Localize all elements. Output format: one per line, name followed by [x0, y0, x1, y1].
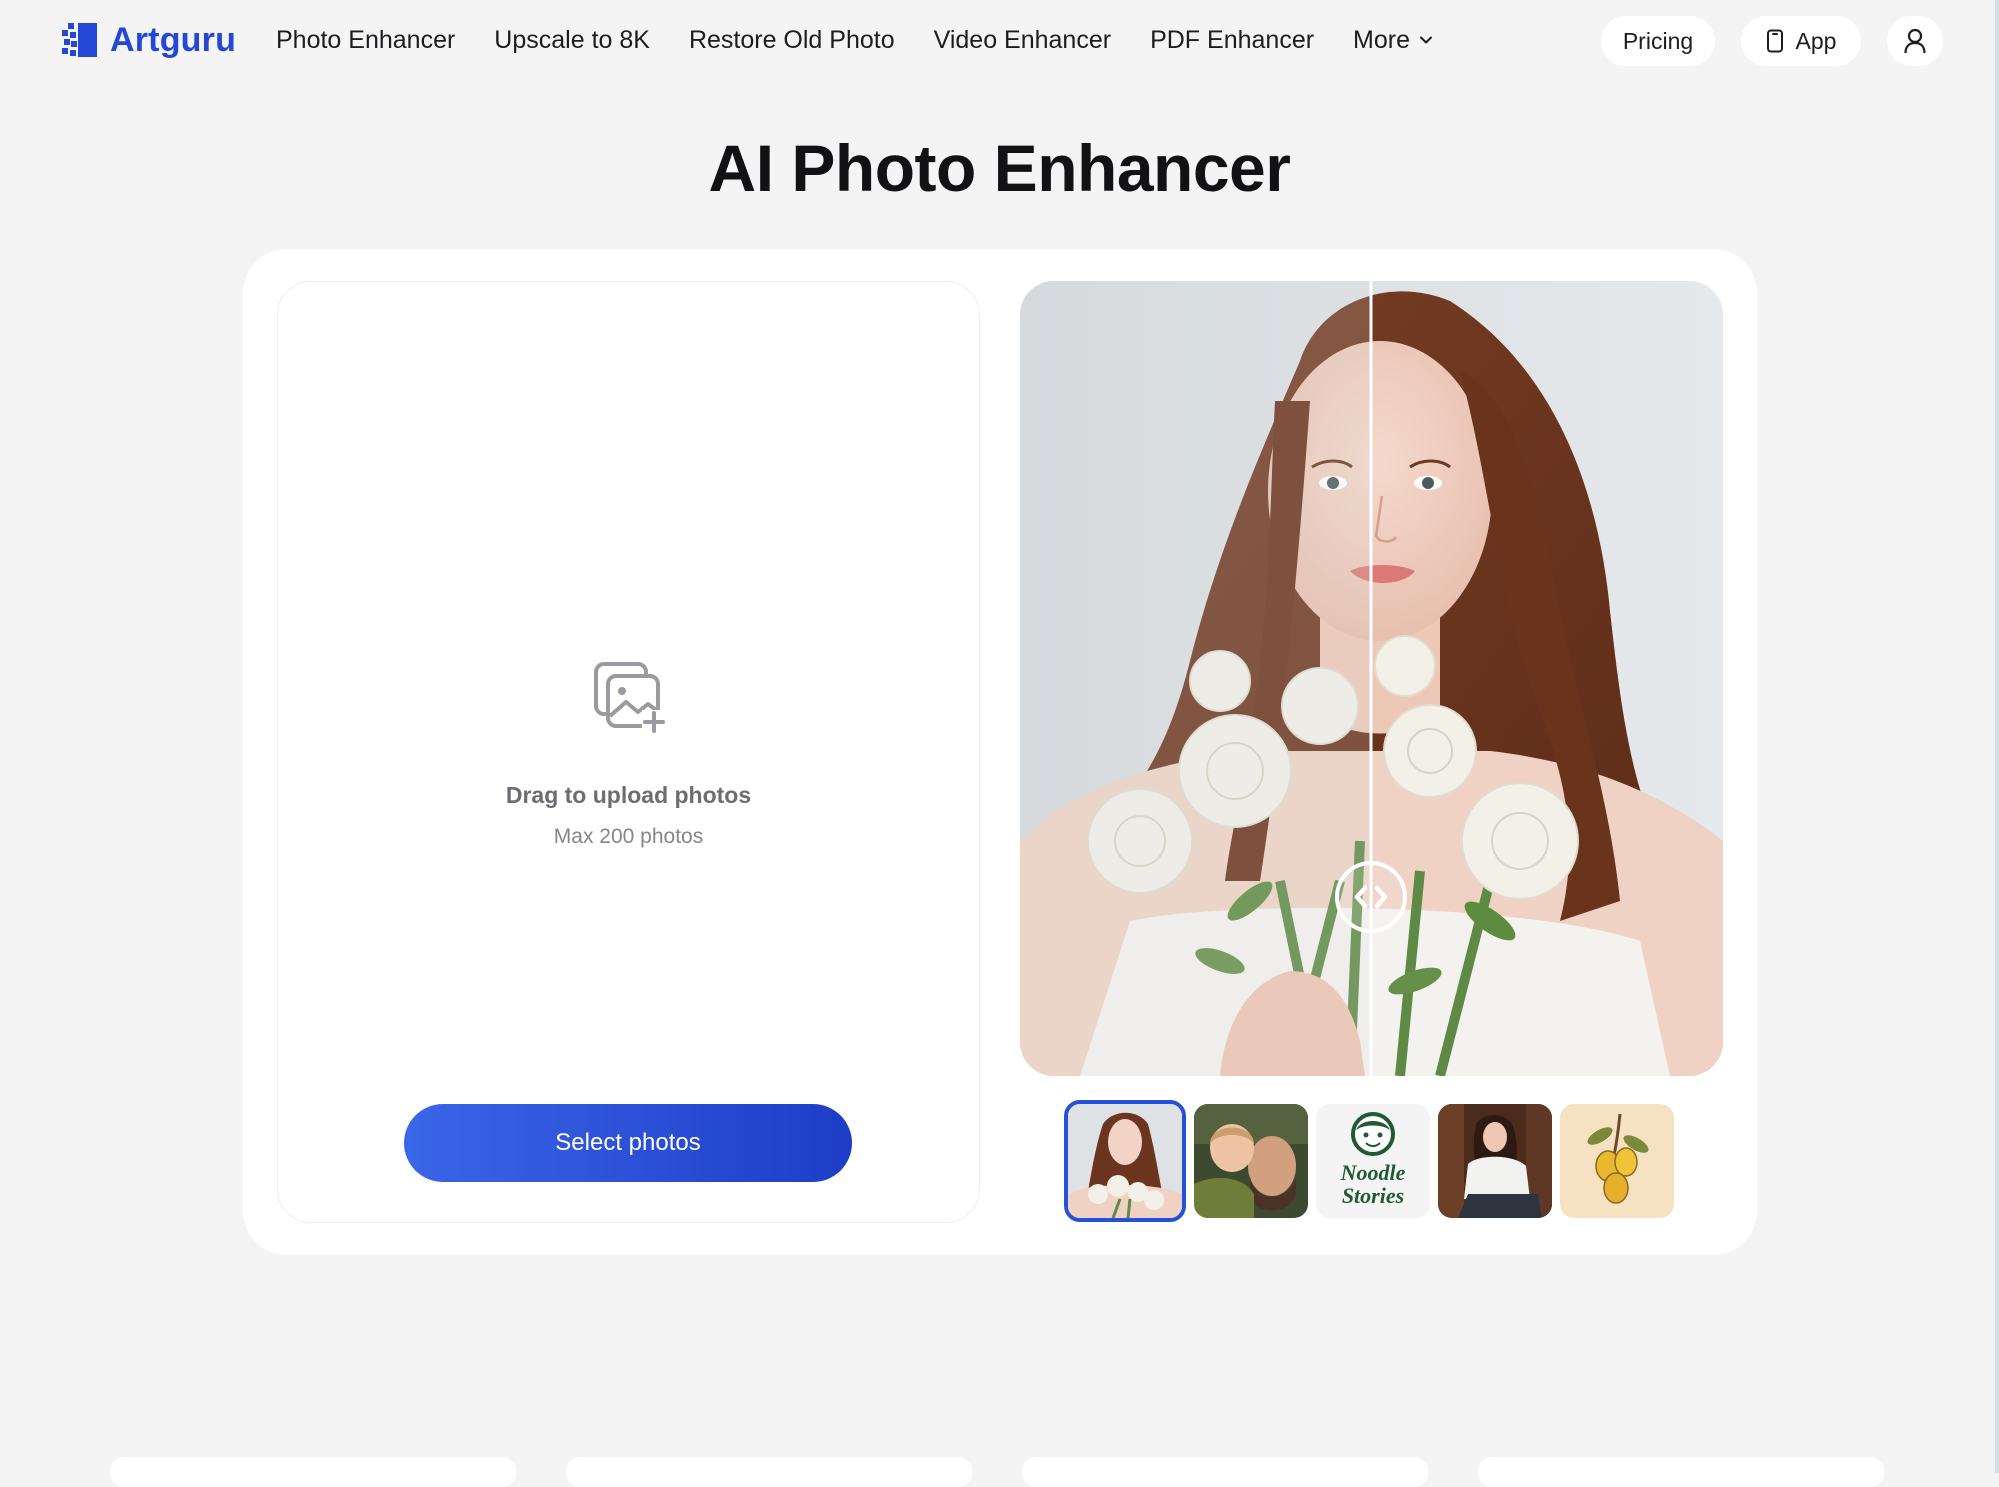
- upload-prompt: Drag to upload photos: [505, 782, 752, 808]
- nav-video-enhancer[interactable]: Video Enhancer: [934, 26, 1111, 55]
- thumbnail-image: Noodle Stories: [1316, 1104, 1430, 1218]
- window-edge: [1995, 0, 1999, 1473]
- artguru-logo-icon: [62, 23, 97, 57]
- app-button[interactable]: App: [1741, 16, 1861, 66]
- pricing-button[interactable]: Pricing: [1601, 16, 1715, 66]
- page-title: AI Photo Enhancer: [708, 131, 1291, 205]
- nav-more-label: More: [1353, 25, 1411, 54]
- select-photos-label: Select photos: [555, 1129, 701, 1156]
- thumbnail-image: [1068, 1104, 1182, 1218]
- nav-upscale-to-8k[interactable]: Upscale to 8K: [494, 26, 650, 55]
- partial-card-2: [566, 1457, 972, 1487]
- add-image-icon: [594, 662, 666, 734]
- account-button[interactable]: [1887, 16, 1943, 66]
- thumbnail-woman-with-roses[interactable]: [1064, 1100, 1186, 1222]
- nav-photo-enhancer[interactable]: Photo Enhancer: [276, 26, 455, 55]
- partial-card-1: [110, 1457, 516, 1487]
- sample-thumbnails: Noodle Stories: [1064, 1100, 1674, 1222]
- top-navigation: Artguru Photo Enhancer Upscale to 8K Res…: [0, 0, 1999, 80]
- thumbnail-logo-word-2: Stories: [1342, 1183, 1404, 1208]
- thumbnail-image: [1438, 1104, 1552, 1218]
- nav-pdf-enhancer[interactable]: PDF Enhancer: [1150, 26, 1314, 55]
- compare-slider-handle[interactable]: [1333, 859, 1409, 935]
- thumbnail-lemon-illustration[interactable]: [1560, 1104, 1674, 1218]
- pricing-label: Pricing: [1622, 27, 1694, 54]
- thumbnail-logo-word-1: Noodle: [1340, 1160, 1406, 1185]
- main-nav: Photo Enhancer Upscale to 8K Restore Old…: [276, 22, 1434, 58]
- thumbnail-image: [1560, 1104, 1674, 1218]
- app-label: App: [1795, 27, 1837, 54]
- nav-restore-old-photo[interactable]: Restore Old Photo: [689, 26, 895, 55]
- artguru-logo[interactable]: Artguru: [60, 18, 236, 62]
- thumbnail-noodle-stories-logo[interactable]: Noodle Stories: [1316, 1104, 1430, 1218]
- before-after-preview[interactable]: [1020, 281, 1723, 1076]
- logo-text: Artguru: [110, 20, 237, 59]
- upload-dropzone[interactable]: [277, 281, 980, 1223]
- nav-more-dropdown[interactable]: More: [1353, 26, 1434, 55]
- select-photos-button[interactable]: Select photos: [404, 1104, 852, 1182]
- chevron-down-icon: [1420, 36, 1433, 44]
- preview-image: [1020, 281, 1723, 1076]
- phone-icon: [1766, 29, 1783, 53]
- partial-card-4: [1478, 1457, 1884, 1487]
- thumbnail-father-and-child[interactable]: [1194, 1104, 1308, 1218]
- thumbnail-image: [1194, 1104, 1308, 1218]
- user-icon: [1904, 28, 1926, 54]
- thumbnail-woman-sitting[interactable]: [1438, 1104, 1552, 1218]
- partial-card-3: [1022, 1457, 1428, 1487]
- upload-limit: Max 200 photos: [553, 825, 704, 848]
